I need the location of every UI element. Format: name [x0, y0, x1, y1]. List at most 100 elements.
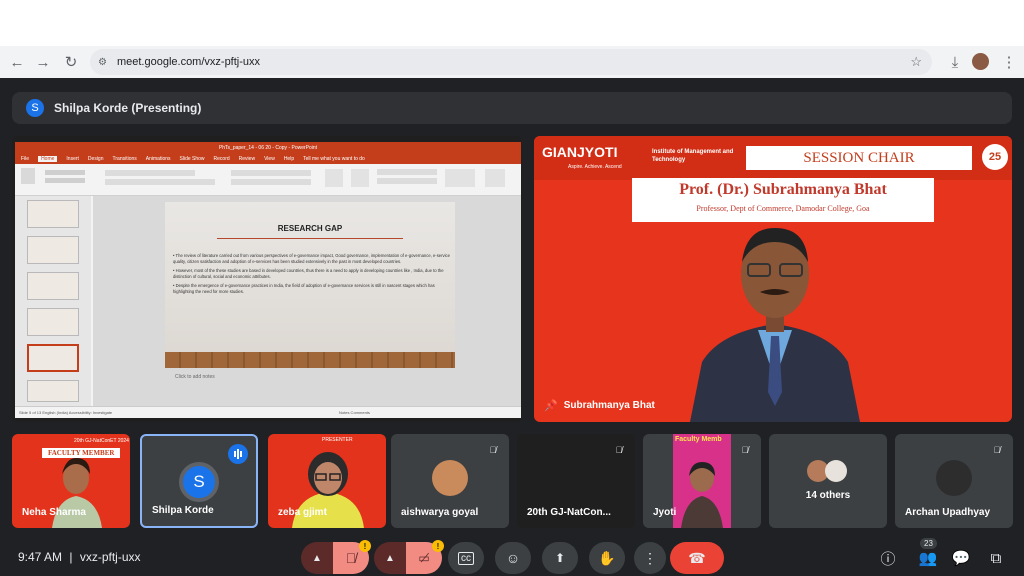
pp-body: RESEARCH GAP • The review of literature …	[15, 196, 521, 406]
slide-thumb[interactable]	[27, 380, 79, 402]
slide-bullets: • The review of literature carried out f…	[173, 253, 451, 298]
back-icon[interactable]: ←	[4, 49, 30, 75]
participant-tile[interactable]: 🎙̸ aishwarya goyal	[391, 434, 509, 528]
browser-menu-icon[interactable]: ⋮	[996, 49, 1022, 75]
mic-toggle-button[interactable]: 🎙̸ !	[333, 540, 371, 574]
others-count: 14 others	[805, 490, 851, 501]
pp-status-right: Notes Comments	[339, 410, 370, 415]
participant-tile[interactable]: Faculty Memb 🎙̸ Jyoti	[643, 434, 761, 528]
notes-placeholder[interactable]: Click to add notes	[175, 374, 215, 380]
pp-status-bar: Slide 5 of 13 English (India) Accessibil…	[15, 406, 521, 418]
captions-button[interactable]: cc	[448, 542, 484, 574]
participant-name: zeba gjimt	[278, 507, 327, 518]
slide-thumb[interactable]	[27, 236, 79, 264]
activities-icon[interactable]: ⧉	[986, 548, 1006, 568]
present-button[interactable]: ⬆	[542, 542, 578, 574]
pp-title-bar: PhTs_paper_14 - 06 20 - Copy - PowerPoin…	[15, 142, 521, 154]
reload-icon[interactable]: ↻	[58, 49, 84, 75]
more-vert-icon: ⋮	[643, 549, 657, 566]
more-options-button[interactable]: ⋮	[634, 542, 666, 574]
gianjyoti-logo: GIANJYOTI	[542, 144, 618, 160]
end-call-icon: ☎	[688, 549, 706, 566]
participant-count-badge: 23	[920, 538, 937, 549]
address-bar[interactable]: ⚙ meet.google.com/vxz-pftj-uxx ☆	[90, 49, 932, 75]
control-bar: 9:47 AM | vxz-pftj-uxx ▲ 🎙̸ ! ▲ ▭̸ ! cc …	[0, 538, 1024, 576]
participant-tile[interactable]: 20th GJ-NatConET 2024 FACULTY MEMBER Neh…	[12, 434, 130, 528]
shared-screen[interactable]: PhTs_paper_14 - 06 20 - Copy - PowerPoin…	[12, 136, 522, 422]
slide-editor[interactable]: RESEARCH GAP • The review of literature …	[93, 196, 521, 406]
info-icon[interactable]: ⓘ	[878, 548, 898, 568]
download-icon[interactable]: ⤓	[942, 49, 968, 75]
mic-off-icon: 🎙̸	[489, 445, 497, 455]
slide-bullet: • The review of literature carried out f…	[173, 253, 450, 264]
raise-hand-icon: ✋	[598, 549, 616, 566]
participant-avatar	[825, 460, 847, 482]
meeting-time: 9:47 AM	[18, 550, 63, 564]
camera-toggle-button[interactable]: ▭̸ !	[406, 540, 444, 574]
forward-icon[interactable]: →	[30, 49, 56, 75]
raise-hand-button[interactable]: ✋	[589, 542, 625, 574]
participant-name: 20th GJ-NatCon...	[527, 507, 611, 518]
slide-thumbnails	[15, 196, 91, 406]
speaker-tile[interactable]: GIANJYOTI Aspire. Achieve. Ascend Instit…	[534, 136, 1012, 422]
bookmark-star-icon[interactable]: ☆	[910, 54, 922, 70]
leave-call-button[interactable]: ☎	[670, 542, 724, 574]
speaker-video	[690, 228, 860, 422]
mic-off-icon: 🎙̸	[345, 550, 357, 566]
participant-tile[interactable]: 🎙̸ 20th GJ-NatCon...	[517, 434, 635, 528]
top-blank	[0, 0, 1024, 46]
present-icon: ⬆	[554, 551, 566, 565]
participant-name: Archan Upadhyay	[905, 507, 991, 518]
participant-tile-others[interactable]: 14 others	[769, 434, 887, 528]
logo-tagline: Aspire. Achieve. Ascend	[568, 164, 622, 170]
current-slide: RESEARCH GAP • The review of literature …	[165, 202, 455, 368]
speaker-name-label: 📌 Subrahmanya Bhat	[544, 399, 655, 412]
slide-thumb-selected[interactable]	[27, 344, 79, 372]
profile-avatar[interactable]	[972, 53, 989, 70]
participant-name: Neha Sharma	[22, 507, 86, 518]
presenting-label: Shilpa Korde (Presenting)	[54, 101, 202, 115]
chat-icon[interactable]: 💬	[951, 548, 971, 568]
pp-tab: File	[21, 156, 30, 162]
slide-thumb[interactable]	[27, 200, 79, 228]
institute-name: Institute of Management and Technology	[652, 149, 734, 163]
mic-options-button[interactable]: ▲	[301, 542, 333, 574]
slide-thumb[interactable]	[27, 272, 79, 300]
chevron-up-icon: ▲	[312, 552, 322, 564]
emoji-button[interactable]: ☺	[495, 542, 531, 574]
slide-thumb[interactable]	[27, 308, 79, 336]
meet-area: S Shilpa Korde (Presenting) PhTs_paper_1…	[0, 78, 1024, 576]
pp-tab: Help	[283, 156, 295, 162]
emoji-icon: ☺	[505, 550, 521, 566]
session-chair-label: SESSION CHAIR	[746, 146, 972, 170]
participant-avatar	[432, 460, 468, 496]
presenter-avatar: S	[26, 99, 44, 117]
meeting-time-code: 9:47 AM | vxz-pftj-uxx	[18, 550, 141, 564]
camera-options-button[interactable]: ▲	[374, 542, 406, 574]
ribbon-controls	[21, 168, 505, 187]
speaker-name: Subrahmanya Bhat	[563, 400, 655, 411]
pp-tell-me: Tell me what you want to do	[303, 156, 365, 162]
captions-icon: cc	[458, 551, 474, 565]
participant-tile[interactable]: PRESENTER zeba gjimt	[268, 434, 386, 528]
pp-tab: Slide Show	[179, 156, 205, 162]
powerpoint-window: PhTs_paper_14 - 06 20 - Copy - PowerPoin…	[15, 142, 521, 418]
url-text: meet.google.com/vxz-pftj-uxx	[116, 56, 261, 68]
participant-tile[interactable]: S Shilpa Korde	[140, 434, 258, 528]
pp-tab: View	[264, 156, 275, 162]
camera-off-icon: ▭̸	[418, 551, 430, 565]
participant-strip: 20th GJ-NatConET 2024 FACULTY MEMBER Neh…	[12, 434, 1013, 528]
pp-ribbon	[15, 164, 521, 196]
participant-name: aishwarya goyal	[401, 507, 479, 518]
site-settings-icon[interactable]: ⚙	[98, 57, 107, 68]
pp-tab: Design	[87, 156, 104, 162]
mic-off-icon: 🎙̸	[615, 445, 623, 455]
participant-tile[interactable]: 🎙̸ Archan Upadhyay	[895, 434, 1013, 528]
pp-tab: Transitions	[112, 156, 137, 162]
pp-tab: Animations	[145, 156, 171, 162]
slide-bullet: • However, most of the these studies are…	[173, 268, 444, 279]
pp-tab: Review	[238, 156, 256, 162]
mic-off-icon: 🎙̸	[993, 445, 1001, 455]
people-icon[interactable]: 👥 23	[918, 538, 938, 568]
pin-icon[interactable]: 📌	[544, 399, 558, 412]
